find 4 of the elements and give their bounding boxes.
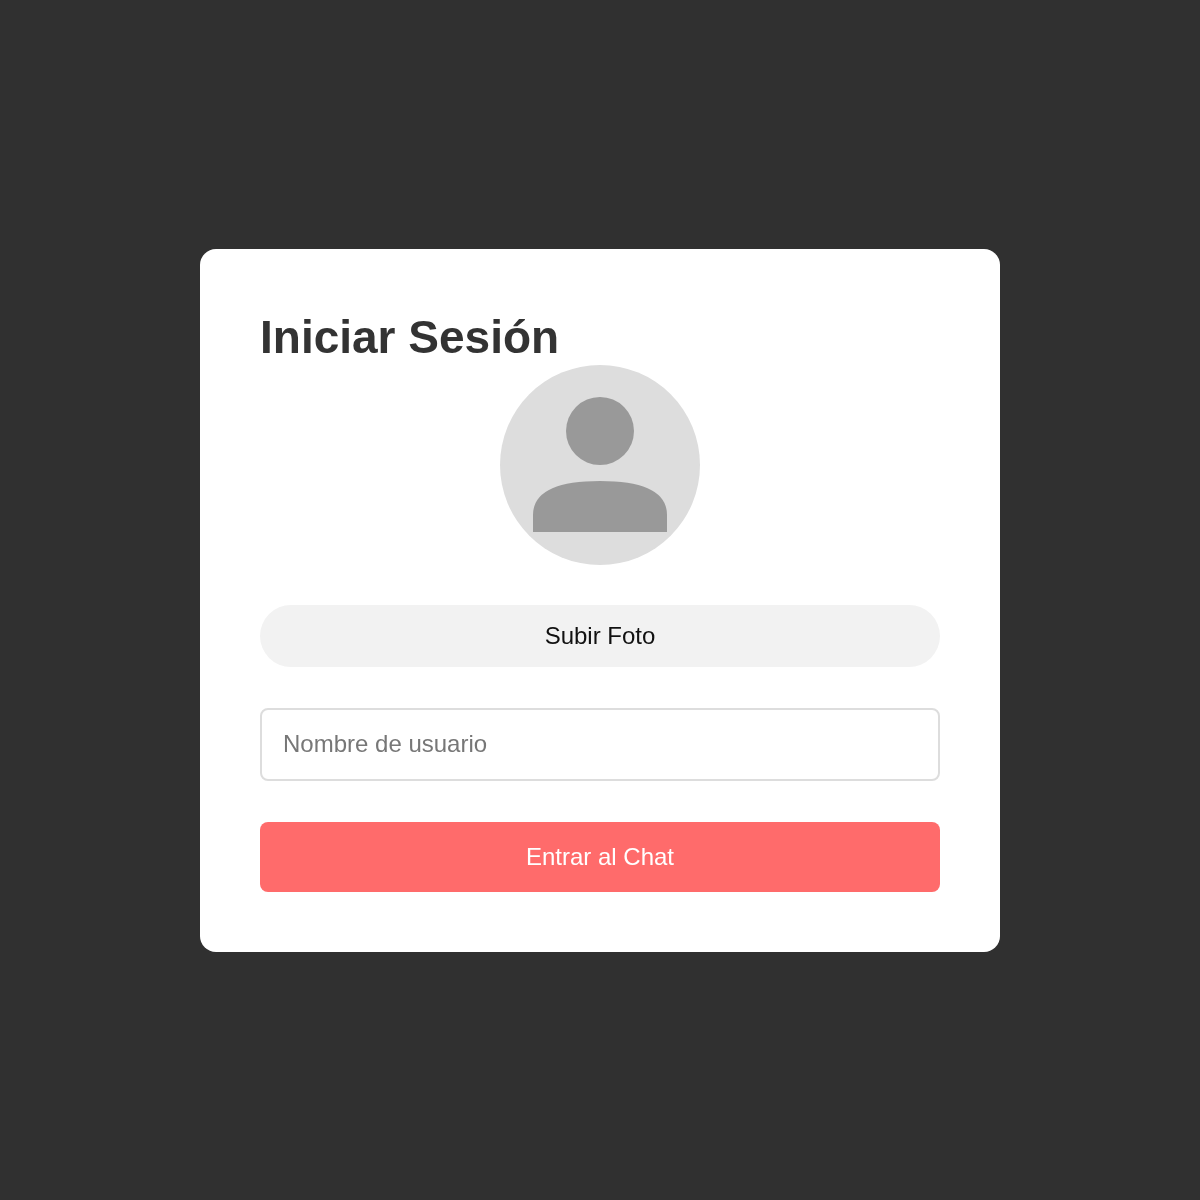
login-title: Iniciar Sesión: [260, 309, 560, 365]
upload-photo-button[interactable]: Subir Foto: [260, 604, 940, 667]
user-avatar-icon: [500, 364, 700, 565]
username-field[interactable]: Nombre de usuario: [260, 707, 940, 781]
